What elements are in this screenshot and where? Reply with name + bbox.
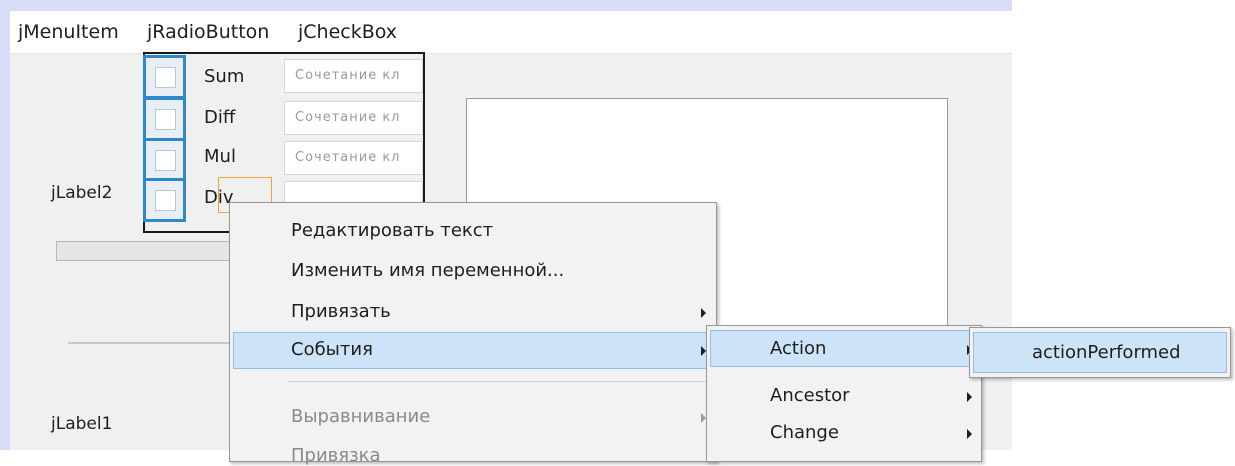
- menu-action-highlight[interactable]: [710, 330, 978, 367]
- menu-separator: [288, 381, 708, 382]
- menu-change[interactable]: Change: [770, 422, 839, 443]
- jlabel1[interactable]: jLabel1: [51, 414, 112, 434]
- menu-item-jcheckbox[interactable]: jCheckBox: [298, 21, 397, 43]
- action-submenu: actionPerformed: [969, 327, 1231, 378]
- menu-ancestor[interactable]: Ancestor: [770, 385, 850, 406]
- menu-item-jradiobutton[interactable]: jRadioButton: [147, 21, 269, 43]
- submenu-arrow-icon: [701, 308, 706, 318]
- menu-actionperformed[interactable]: actionPerformed: [1032, 342, 1181, 363]
- shortcut-field-sum[interactable]: Сочетание кл: [284, 59, 423, 93]
- checkbox-box: [155, 67, 176, 88]
- checkbox-diff[interactable]: [143, 97, 186, 141]
- submenu-arrow-icon: [967, 429, 972, 439]
- context-menu: Редактировать текст Изменить имя перемен…: [229, 202, 717, 466]
- checkbox-box: [155, 150, 176, 171]
- checkbox-label-mul: Mul: [204, 146, 236, 167]
- menu-bar: jMenuItem jRadioButton jCheckBox: [10, 11, 1012, 54]
- checkbox-mul[interactable]: [143, 138, 186, 182]
- shortcut-field-diff[interactable]: Сочетание кл: [284, 101, 423, 135]
- menu-rename-variable[interactable]: Изменить имя переменной...: [291, 260, 564, 281]
- events-submenu: Action Ancestor Change: [706, 325, 982, 462]
- menu-edit-text[interactable]: Редактировать текст: [291, 220, 493, 241]
- checkbox-div[interactable]: [143, 178, 186, 222]
- checkbox-label-sum: Sum: [204, 66, 245, 87]
- checkbox-box: [155, 109, 176, 130]
- progress-bar[interactable]: [56, 241, 246, 261]
- menu-action[interactable]: Action: [770, 338, 826, 359]
- menu-item-jmenuitem[interactable]: jMenuItem: [18, 21, 119, 43]
- checkbox-box: [155, 190, 176, 211]
- shortcut-field-mul[interactable]: Сочетание кл: [284, 141, 423, 175]
- submenu-arrow-icon: [967, 392, 972, 402]
- menu-bind[interactable]: Привязать: [291, 301, 391, 322]
- jlabel2[interactable]: jLabel2: [51, 183, 112, 203]
- checkbox-sum[interactable]: [143, 55, 186, 99]
- menu-anchor: Привязка: [291, 445, 381, 466]
- checkbox-label-diff: Diff: [204, 107, 236, 128]
- menu-alignment: Выравнивание: [291, 406, 431, 427]
- menu-events[interactable]: События: [291, 339, 373, 360]
